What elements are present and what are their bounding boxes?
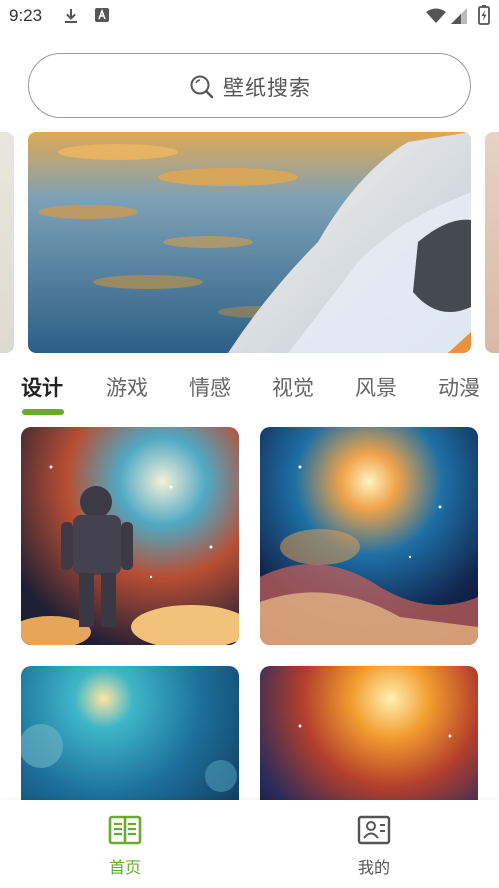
- tab-visual[interactable]: 视觉: [272, 372, 314, 402]
- astronaut-galaxy-image: [21, 427, 239, 645]
- category-tabs: 设计 游戏 情感 视觉 风景 动漫: [0, 366, 499, 406]
- banner-image[interactable]: [28, 132, 471, 353]
- battery-charging-icon: [478, 5, 490, 25]
- download-icon: [65, 9, 77, 23]
- nav-home[interactable]: 首页: [85, 814, 165, 878]
- contact-card-icon: [357, 815, 391, 845]
- tab-anime[interactable]: 动漫: [438, 372, 480, 402]
- banner-next-peek[interactable]: [485, 132, 499, 353]
- search-placeholder: 壁纸搜索: [223, 76, 311, 100]
- nav-home-label: 首页: [108, 858, 141, 877]
- book-icon: [108, 815, 142, 845]
- banner-wallpaper-image: [28, 132, 471, 353]
- active-tab-indicator: [22, 409, 64, 415]
- status-time: 9:23: [9, 6, 43, 25]
- search-icon: [190, 75, 214, 99]
- bottom-navigation: 首页 我的: [0, 800, 499, 888]
- spiral-galaxy-image: [260, 427, 478, 645]
- font-badge-icon: [95, 8, 109, 22]
- banner-prev-peek[interactable]: [0, 132, 14, 353]
- tab-scenery[interactable]: 风景: [355, 372, 397, 402]
- wifi-icon: [426, 8, 446, 23]
- wallpaper-card[interactable]: [260, 427, 478, 645]
- search-box[interactable]: 壁纸搜索: [28, 53, 471, 118]
- wallpaper-card[interactable]: [21, 427, 239, 645]
- tab-design[interactable]: 设计: [21, 372, 63, 402]
- nav-profile[interactable]: 我的: [334, 814, 414, 878]
- nav-profile-label: 我的: [357, 858, 390, 877]
- tab-games[interactable]: 游戏: [106, 372, 148, 402]
- signal-icon: [451, 8, 467, 24]
- tab-emotion[interactable]: 情感: [189, 372, 231, 402]
- status-bar: 9:23: [0, 0, 499, 34]
